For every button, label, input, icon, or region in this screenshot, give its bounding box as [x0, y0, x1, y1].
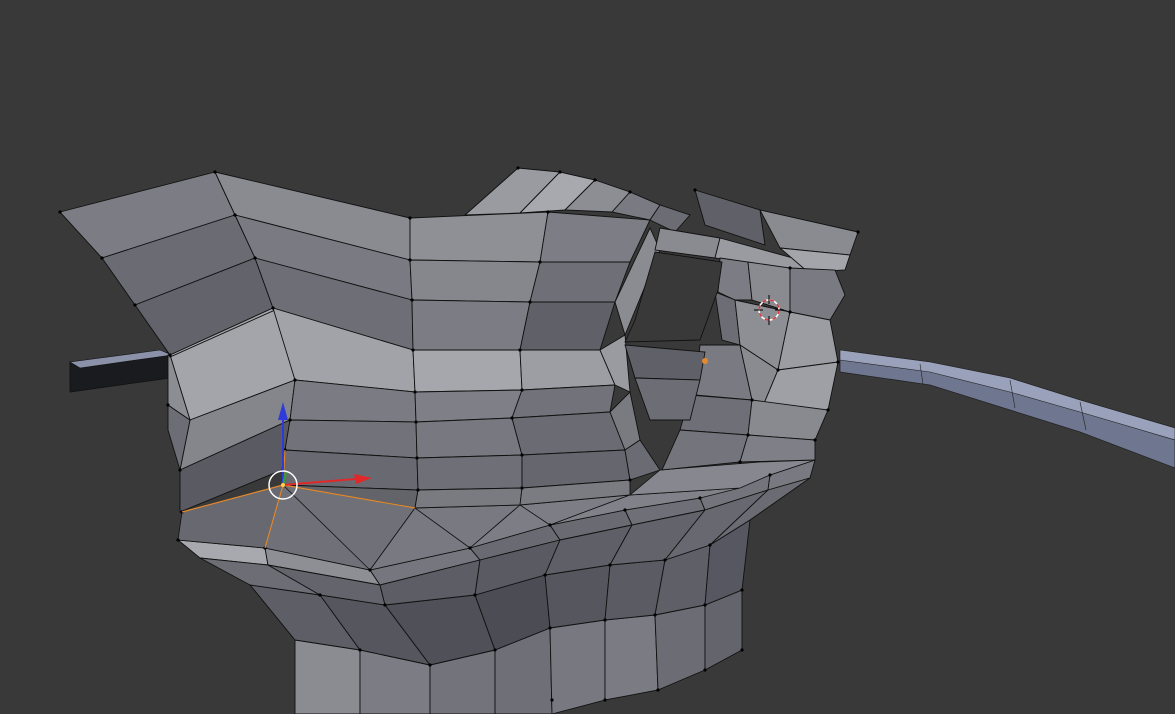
selected-vertex [702, 358, 708, 364]
3d-viewport[interactable] [0, 0, 1175, 714]
gizmo-pivot-dot [281, 483, 285, 487]
viewport-canvas[interactable] [0, 0, 1175, 714]
